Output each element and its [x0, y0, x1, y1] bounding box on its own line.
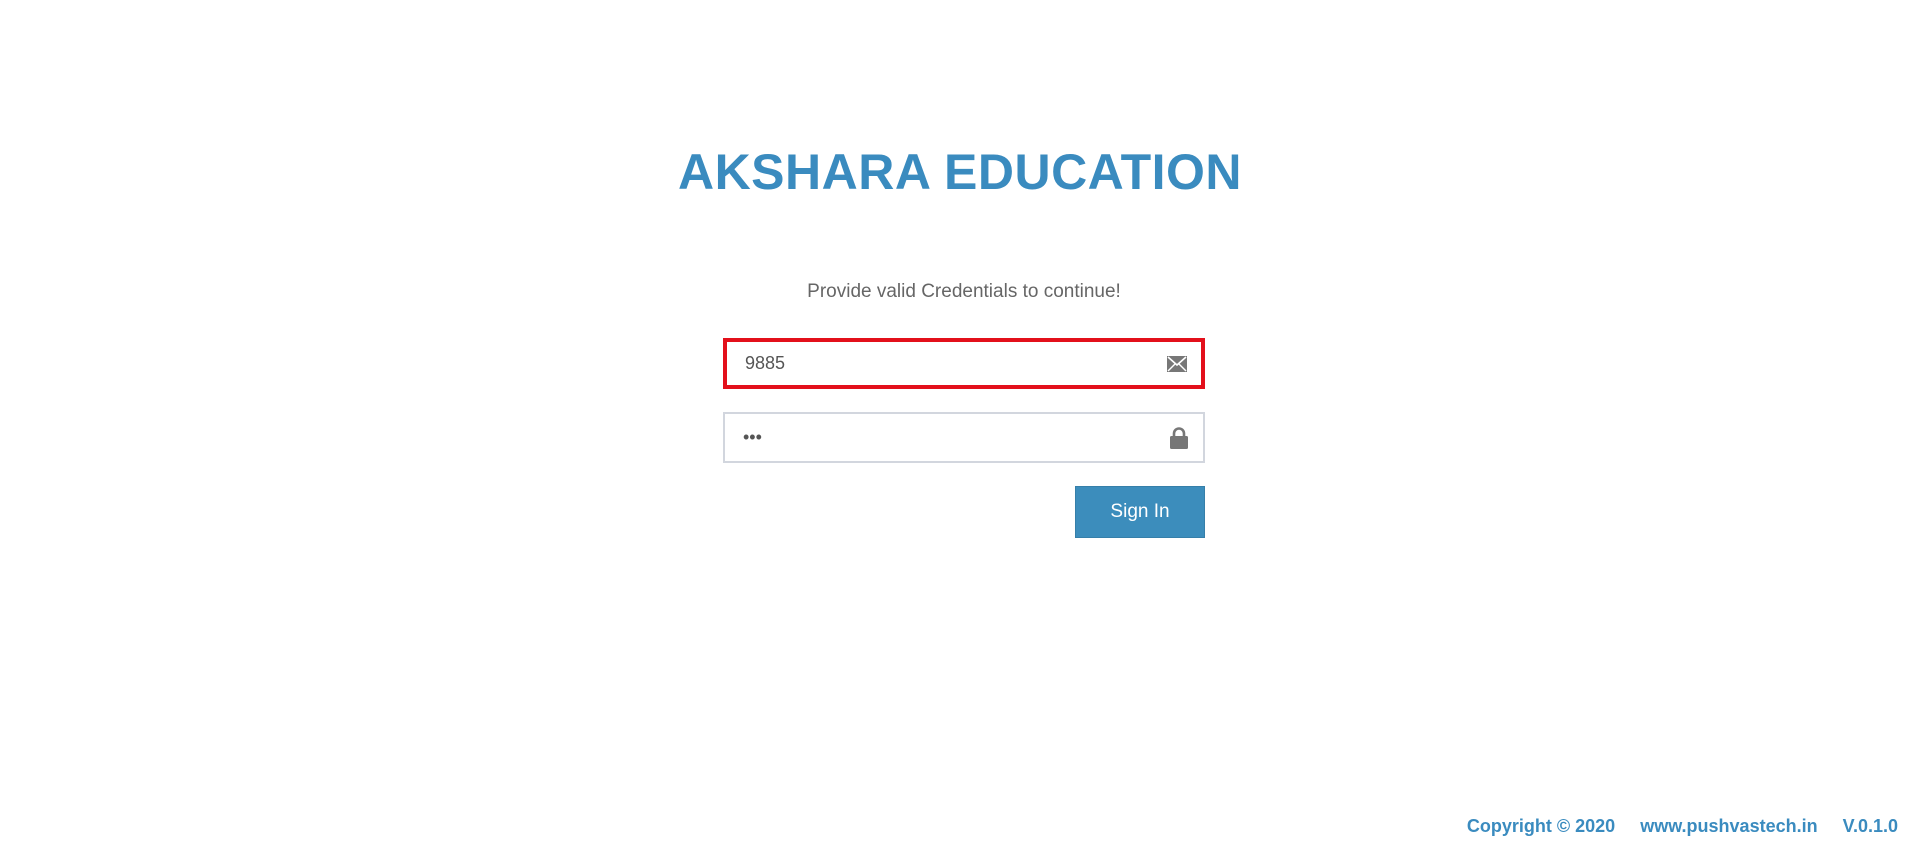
login-message: Provide valid Credentials to continue! — [807, 281, 1121, 302]
email-field-wrapper — [723, 338, 1205, 389]
password-field-wrapper — [723, 412, 1205, 463]
lock-icon — [1167, 426, 1191, 450]
footer: Copyright © 2020 www.pushvastech.in V.0.… — [1467, 816, 1898, 837]
version-text: V.0.1.0 — [1842, 816, 1898, 836]
envelope-icon — [1165, 352, 1189, 376]
login-box: Provide valid Credentials to continue! 9… — [723, 278, 1205, 539]
password-input[interactable] — [725, 414, 1203, 461]
website-link[interactable]: www.pushvastech.in — [1640, 816, 1817, 836]
login-page: AKSHARA EDUCATION Provide valid Credenti… — [0, 0, 1920, 849]
email-input[interactable] — [727, 342, 1201, 385]
brand-title: AKSHARA EDUCATION — [677, 144, 1243, 200]
copyright-text: Copyright © 2020 — [1466, 816, 1616, 836]
sign-in-button[interactable]: Sign In — [1075, 486, 1205, 538]
form-actions: Sign In — [723, 486, 1205, 539]
